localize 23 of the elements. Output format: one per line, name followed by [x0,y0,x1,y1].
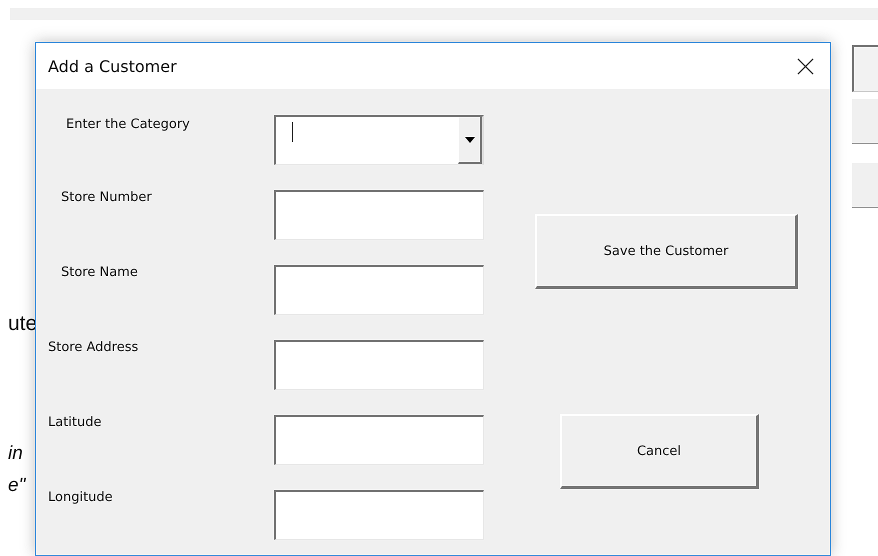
category-dropdown[interactable] [274,115,484,165]
field-label: Enter the Category [65,117,191,134]
window-title: Add a Customer [48,56,177,76]
page-text: in [8,442,24,466]
field-label: Longitude [47,490,114,507]
side-button[interactable] [852,163,878,208]
close-icon[interactable] [797,58,814,74]
page-text: ute [8,311,38,337]
input-field[interactable] [274,415,484,465]
field-label: Store Number [60,190,153,207]
input-field[interactable] [274,190,484,240]
cancel-button[interactable]: Cancel [560,414,759,489]
side-button[interactable] [852,99,878,144]
input-field[interactable] [274,490,484,540]
field-label: Store Name [60,265,139,282]
field-label: Store Address [47,340,140,357]
text-cursor [292,122,293,142]
save-button[interactable]: Save the Customer [535,214,798,289]
page-text: e" [8,474,27,498]
input-field[interactable] [274,340,484,390]
field-label: Latitude [47,415,103,432]
side-button[interactable] [852,45,878,92]
input-field[interactable] [274,265,484,315]
